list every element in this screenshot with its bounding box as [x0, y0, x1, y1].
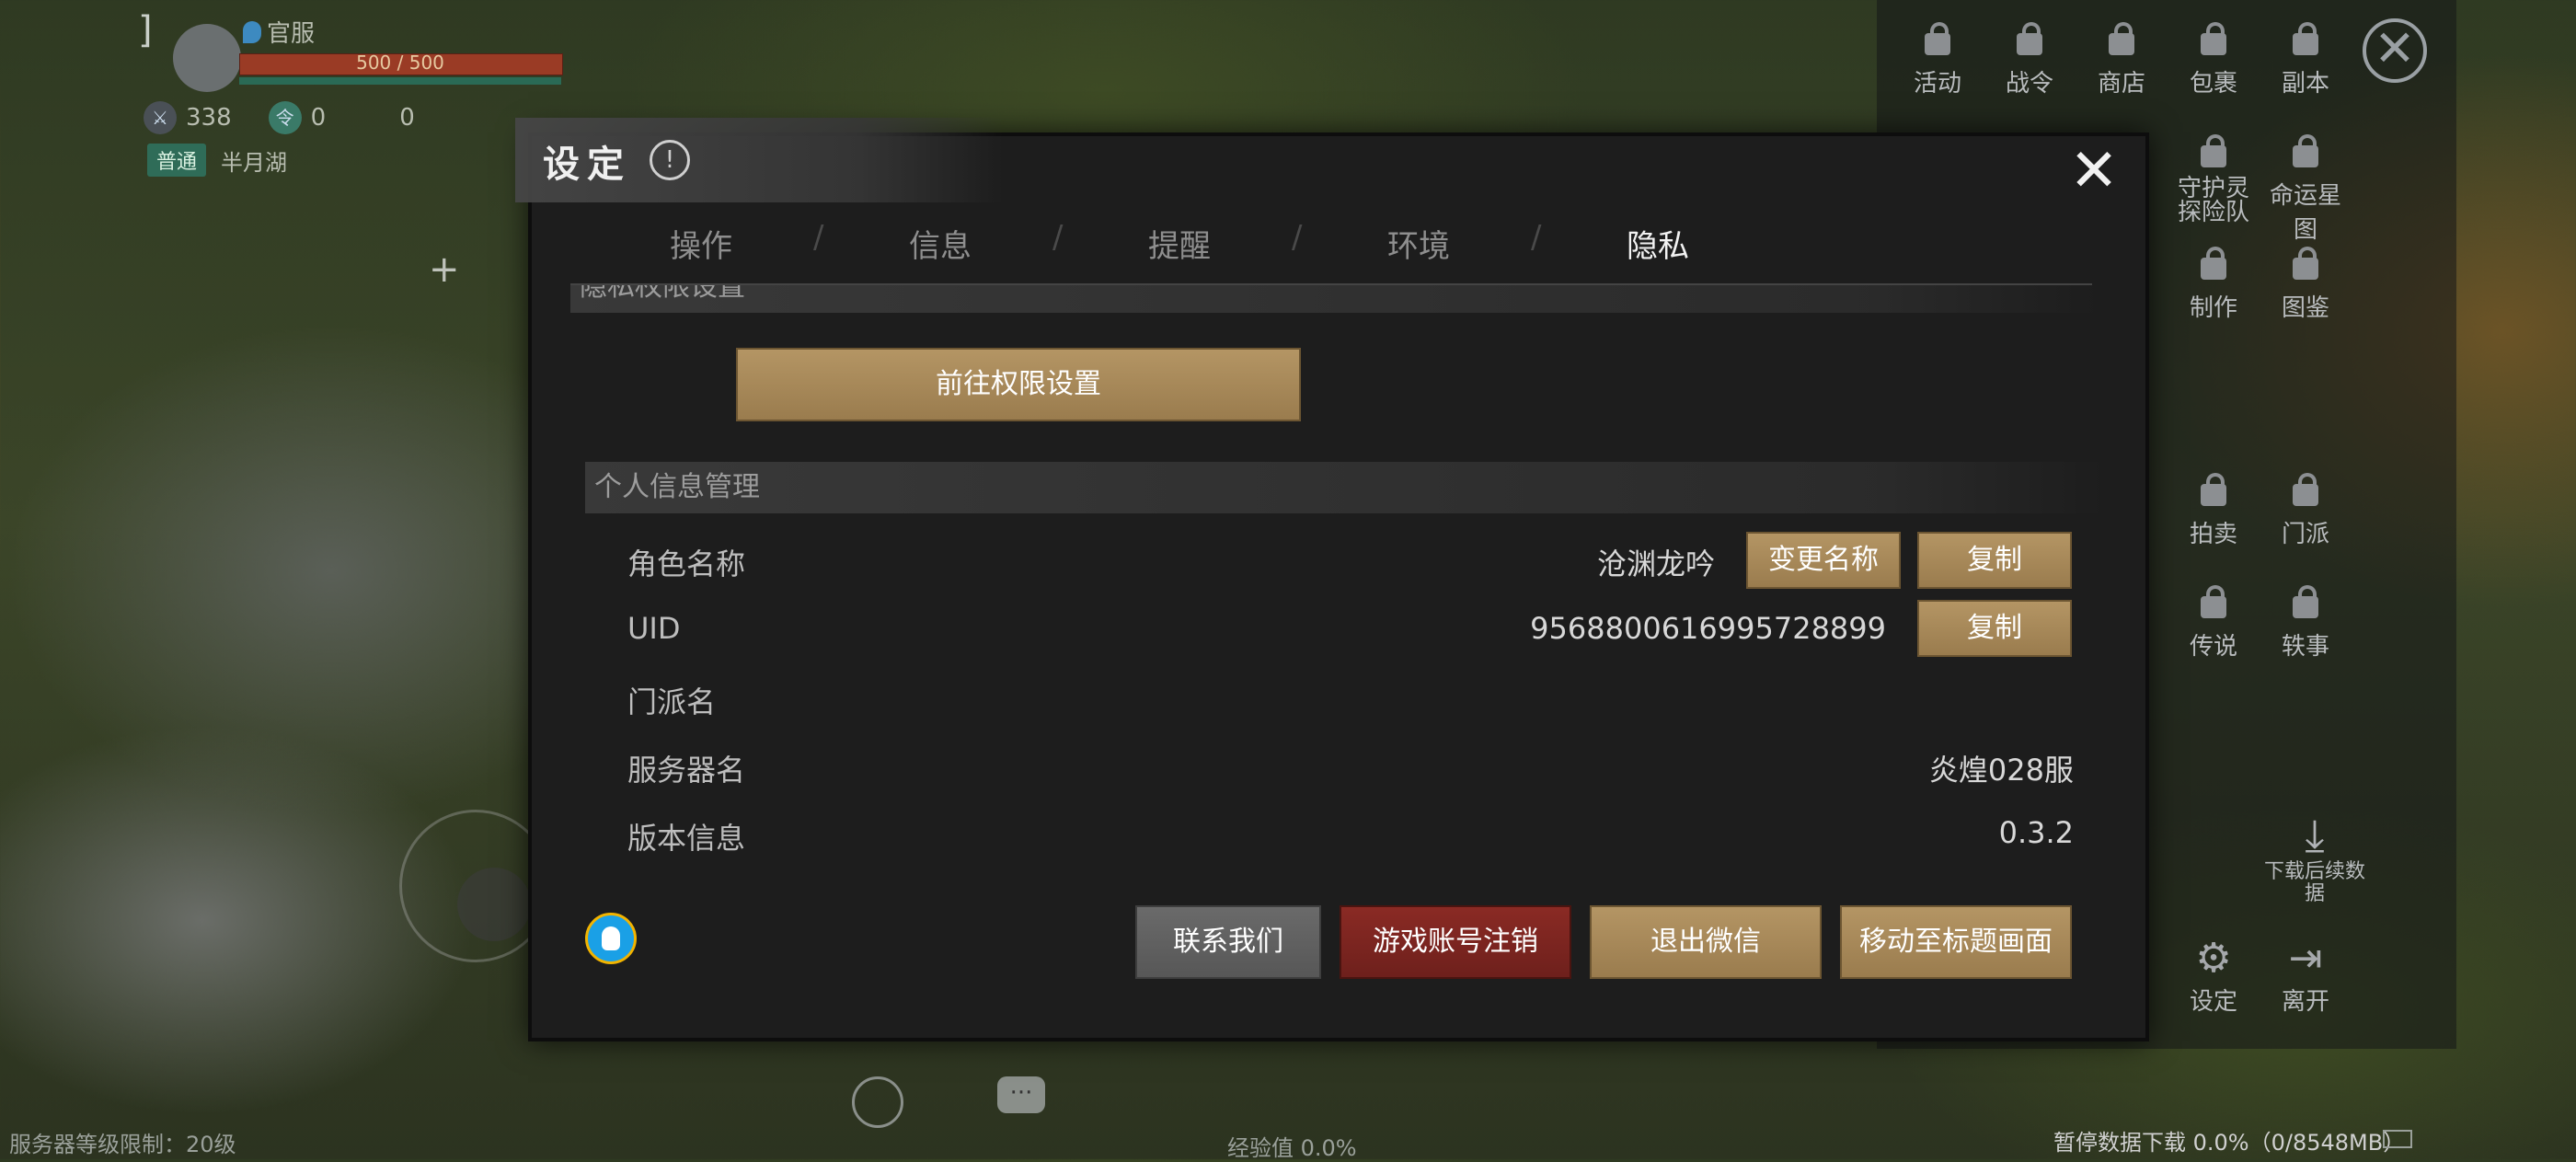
menu-codex[interactable]: 图鉴	[2260, 245, 2352, 323]
player-avatar[interactable]	[173, 24, 241, 92]
player-location: 普通 半月湖	[147, 144, 287, 177]
lock-icon	[2293, 473, 2318, 506]
lock-icon	[2293, 247, 2318, 280]
info-icon[interactable]: !	[650, 140, 690, 180]
tab-controls[interactable]: 操作	[670, 221, 732, 266]
gear-icon: ⚙	[2195, 935, 2232, 982]
permissions-section-clip: 隐私权限设置	[570, 285, 2098, 316]
tab-separator: /	[1292, 219, 1303, 256]
menu-auction[interactable]: 拍卖	[2168, 471, 2260, 549]
lock-icon	[2293, 585, 2318, 618]
copy-name-button[interactable]: 复制	[1917, 532, 2072, 589]
right-menu-row4: 拍卖 门派	[2168, 471, 2352, 549]
player-stats: ⚔ 338 令 0 0	[144, 101, 415, 134]
lock-icon	[2201, 22, 2226, 55]
menu-activity[interactable]: 活动	[1892, 20, 1984, 98]
mp-bar	[239, 77, 561, 85]
menu-sect[interactable]: 门派	[2260, 471, 2352, 549]
lock-icon	[2201, 247, 2226, 280]
lock-icon	[1925, 22, 1950, 55]
hp-text: 500 / 500	[356, 52, 444, 74]
right-menu-row5: 传说 轶事	[2168, 583, 2352, 662]
download-more-button[interactable]: ⤓ 下载后续数据	[2260, 810, 2370, 905]
version-label: 版本信息	[627, 821, 746, 856]
tab-info[interactable]: 信息	[909, 221, 972, 266]
menu-shop[interactable]: 商店	[2076, 20, 2168, 98]
menu-settings[interactable]: ⚙ 设定	[2168, 935, 2260, 1017]
section-permissions: 隐私权限设置	[570, 285, 2098, 313]
hud-close-icon[interactable]: ✕	[2363, 18, 2427, 83]
tab-separator: /	[1052, 219, 1064, 256]
bracket-icon: ]	[138, 9, 153, 52]
rename-button[interactable]: 变更名称	[1746, 532, 1901, 589]
tab-privacy[interactable]: 隐私	[1627, 221, 1689, 266]
menu-inventory[interactable]: 包裹	[2168, 20, 2260, 98]
exit-icon: ⇥	[2288, 935, 2323, 982]
exp-text: 经验值 0.0%	[1227, 1135, 1357, 1161]
location-pin-icon	[243, 20, 261, 43]
right-menu-row3: 制作 图鉴	[2168, 245, 2352, 323]
menu-destiny-chart[interactable]: 命运星图	[2260, 132, 2352, 245]
role-name-value: 沧渊龙吟	[1596, 546, 1715, 581]
dialog-title: 设定	[543, 143, 631, 186]
server-level-limit: 服务器等级限制：20级	[9, 1132, 236, 1157]
uid-value: 9568800616995728899	[1530, 611, 1886, 646]
right-menu-row2: 守护灵探险队 命运星图	[2168, 132, 2352, 245]
right-menu-bottom: ⚙ 设定 ⇥ 离开	[2168, 935, 2352, 1017]
logout-wechat-button[interactable]: 退出微信	[1590, 905, 1822, 979]
download-icon: ⤓	[2305, 810, 2325, 861]
tab-separator: /	[1531, 219, 1542, 256]
menu-crafting[interactable]: 制作	[2168, 245, 2260, 323]
menu-legend[interactable]: 传说	[2168, 583, 2260, 662]
joystick-knob[interactable]	[457, 868, 531, 941]
lock-icon	[2109, 22, 2134, 55]
chat-icon[interactable]: ···	[997, 1076, 1045, 1113]
menu-leave[interactable]: ⇥ 离开	[2260, 935, 2352, 1017]
tab-reminder[interactable]: 提醒	[1148, 221, 1211, 266]
plus-icon[interactable]: +	[429, 248, 460, 291]
customer-service-icon[interactable]	[585, 913, 637, 964]
lock-icon	[2293, 22, 2318, 55]
goto-permissions-button[interactable]: 前往权限设置	[736, 348, 1301, 421]
lock-icon	[2201, 473, 2226, 506]
server-tag: 官服	[243, 15, 315, 49]
lock-icon	[2201, 134, 2226, 167]
menu-anecdote[interactable]: 轶事	[2260, 583, 2352, 662]
lock-icon	[2293, 134, 2318, 167]
battery-icon	[2383, 1130, 2412, 1148]
section-personal-info: 个人信息管理	[585, 462, 2103, 513]
menu-battle-pass[interactable]: 战令	[1984, 20, 2076, 98]
download-status: 暂停数据下载 0.0%（0/8548MB）	[2053, 1130, 2406, 1156]
version-value: 0.3.2	[1998, 815, 2074, 850]
spirit-icon: 令	[268, 101, 302, 134]
right-menu-row1: 活动 战令 商店 包裹 副本	[1892, 20, 2352, 98]
sect-label: 门派名	[627, 685, 717, 719]
camera-icon[interactable]	[852, 1076, 903, 1128]
delete-account-button[interactable]: 游戏账号注销	[1340, 905, 1571, 979]
contact-us-button[interactable]: 联系我们	[1135, 905, 1321, 979]
copy-uid-button[interactable]: 复制	[1917, 600, 2072, 657]
menu-dungeon[interactable]: 副本	[2260, 20, 2352, 98]
uid-label: UID	[627, 611, 681, 646]
lock-icon	[2017, 22, 2042, 55]
server-label: 服务器名	[627, 753, 746, 788]
dialog-close-button[interactable]: ✕	[2068, 142, 2120, 201]
tab-separator: /	[813, 219, 824, 256]
menu-guardian[interactable]: 守护灵探险队	[2168, 132, 2260, 245]
mode-badge: 普通	[147, 144, 207, 177]
server-value: 炎煌028服	[1928, 753, 2074, 788]
to-title-screen-button[interactable]: 移动至标题画面	[1840, 905, 2072, 979]
combat-power-icon: ⚔	[144, 101, 177, 134]
lock-icon	[2201, 585, 2226, 618]
tab-environment[interactable]: 环境	[1387, 221, 1450, 266]
role-name-label: 角色名称	[627, 546, 746, 581]
